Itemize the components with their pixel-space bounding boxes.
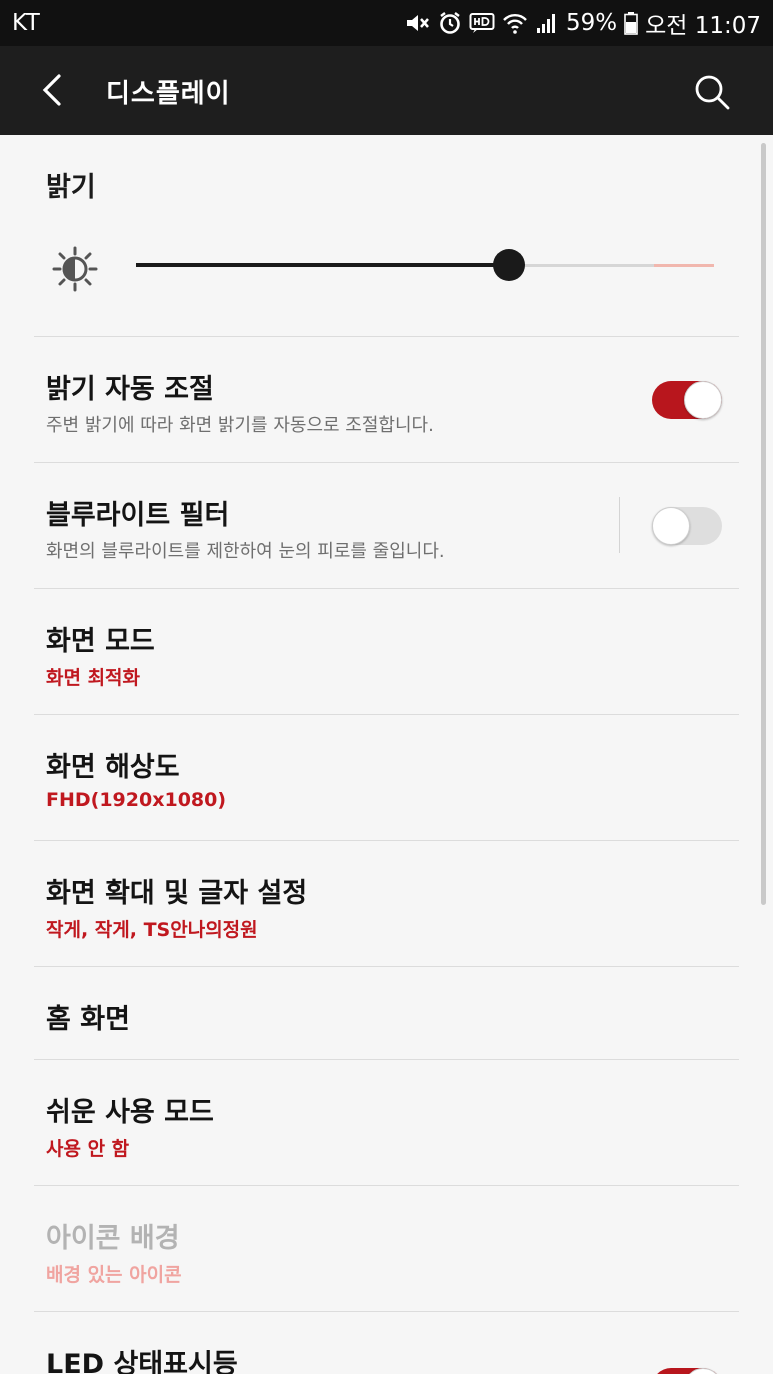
screen-mode-value: 화면 최적화 <box>46 667 141 689</box>
search-button[interactable] <box>688 68 736 116</box>
battery-percent: 59% <box>565 10 618 36</box>
easy-mode-row[interactable]: 쉬운 사용 모드 사용 안 함 <box>0 1060 773 1186</box>
zoom-font-title: 화면 확대 및 글자 설정 <box>46 878 308 909</box>
led-indicator-title: LED 상태표시등 <box>46 1349 238 1374</box>
brightness-title: 밝기 <box>46 172 96 203</box>
page-title: 디스플레이 <box>106 79 231 109</box>
battery-icon <box>624 12 638 35</box>
status-bar: KT 59% 오전 11:07 <box>0 0 773 46</box>
blue-light-filter-toggle[interactable] <box>652 507 722 545</box>
back-button[interactable] <box>30 68 74 112</box>
wifi-icon <box>503 14 527 34</box>
screen-mode-title: 화면 모드 <box>46 626 155 657</box>
slider-track-empty <box>509 264 654 267</box>
led-indicator-row[interactable]: LED 상태표시등 <box>0 1312 773 1374</box>
clock: 오전 11:07 <box>645 13 761 39</box>
scroll-indicator[interactable] <box>761 143 766 905</box>
auto-brightness-toggle[interactable] <box>652 381 722 419</box>
easy-mode-title: 쉬운 사용 모드 <box>46 1097 214 1128</box>
blue-light-filter-subtitle: 화면의 블루라이트를 제한하여 눈의 피로를 줄입니다. <box>46 541 445 562</box>
brightness-slider[interactable] <box>136 245 714 285</box>
signal-icon <box>536 14 555 33</box>
toggle-knob <box>684 381 722 419</box>
vertical-separator <box>619 497 620 553</box>
toggle-knob <box>684 1368 722 1374</box>
search-icon <box>695 75 730 110</box>
auto-brightness-title: 밝기 자동 조절 <box>46 374 214 405</box>
zoom-font-row[interactable]: 화면 확대 및 글자 설정 작게, 작게, TS안나의정원 <box>0 841 773 967</box>
blue-light-filter-title: 블루라이트 필터 <box>46 500 230 531</box>
carrier-label: KT <box>12 10 41 36</box>
screen-mode-row[interactable]: 화면 모드 화면 최적화 <box>0 589 773 715</box>
icon-frames-row: 아이콘 배경 배경 있는 아이콘 <box>0 1186 773 1312</box>
status-icons: 59% 오전 11:07 <box>405 6 761 40</box>
hd-voice-icon <box>469 13 495 33</box>
mute-icon <box>406 15 429 31</box>
auto-brightness-subtitle: 주변 밝기에 따라 화면 밝기를 자동으로 조절합니다. <box>46 415 434 436</box>
back-arrow-icon <box>42 74 61 106</box>
settings-list[interactable]: 밝기 밝기 자동 조절 주변 밝기에 따라 화면 밝기를 자동으로 조절합니다.… <box>0 135 773 1374</box>
icon-frames-value: 배경 있는 아이콘 <box>46 1264 182 1286</box>
screen-resolution-row[interactable]: 화면 해상도 FHD(1920x1080) <box>0 715 773 841</box>
app-bar: 디스플레이 <box>0 46 773 135</box>
zoom-font-value: 작게, 작게, TS안나의정원 <box>46 919 258 941</box>
led-indicator-toggle[interactable] <box>652 1368 722 1374</box>
screen-resolution-title: 화면 해상도 <box>46 752 180 783</box>
blue-light-filter-row[interactable]: 블루라이트 필터 화면의 블루라이트를 제한하여 눈의 피로를 줄입니다. <box>0 463 773 589</box>
home-screen-title: 홈 화면 <box>46 1004 130 1035</box>
easy-mode-value: 사용 안 함 <box>46 1138 130 1160</box>
alarm-icon <box>440 12 460 34</box>
slider-track-hint <box>654 264 714 267</box>
home-screen-row[interactable]: 홈 화면 <box>0 967 773 1059</box>
brightness-icon <box>52 246 98 292</box>
screen-resolution-value: FHD(1920x1080) <box>46 789 227 811</box>
slider-track-filled <box>136 263 509 267</box>
slider-thumb[interactable] <box>493 249 525 281</box>
icon-frames-title: 아이콘 배경 <box>46 1223 180 1254</box>
auto-brightness-row[interactable]: 밝기 자동 조절 주변 밝기에 따라 화면 밝기를 자동으로 조절합니다. <box>0 337 773 463</box>
toggle-knob <box>652 507 690 545</box>
